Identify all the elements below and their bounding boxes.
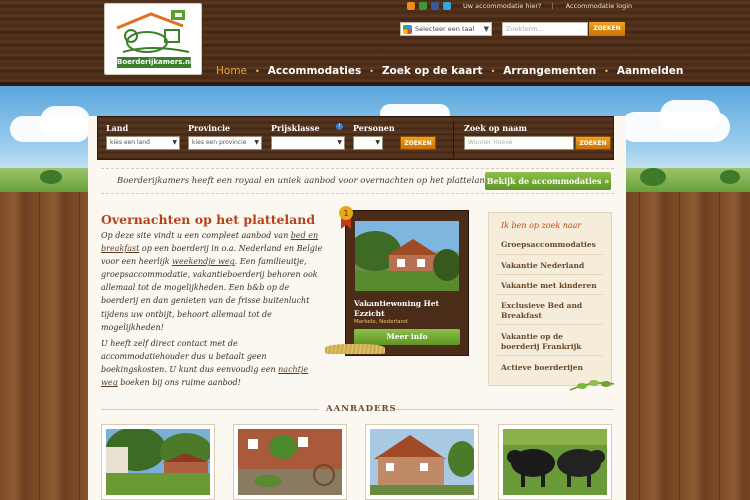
nav-separator: • [490, 66, 496, 76]
share-plus-icon[interactable] [419, 2, 427, 10]
nav-zoek-kaart[interactable]: Zoek op de kaart [382, 65, 483, 77]
sidebar-item-exclusieve-bb[interactable]: Exclusieve Bed and Breakfast [501, 301, 601, 321]
sidebar-item-groepsaccommodaties[interactable]: Groepsaccommodaties [501, 240, 601, 250]
divider [497, 324, 603, 325]
info-icon[interactable]: i [336, 123, 343, 130]
sidebar-title: Ik ben op zoek naar [501, 221, 582, 230]
featured-title[interactable]: Vakantiewoning Het Ezzicht [354, 299, 464, 319]
chevron-down-icon: ▼ [254, 139, 259, 146]
recommendation-card[interactable] [365, 424, 479, 500]
personen-label: Personen [353, 123, 395, 133]
recommendation-card[interactable] [101, 424, 215, 500]
ribbon-badge-icon: 1 [339, 206, 353, 229]
featured-photo[interactable] [355, 221, 459, 291]
featured-location: Markelo, Nederland [354, 319, 408, 325]
advertise-link[interactable]: Uw accommodatie hier? [463, 2, 541, 10]
promo-bar: Boerderijkamers heeft een royaal en unie… [101, 168, 614, 194]
nav-separator: • [369, 66, 374, 76]
sidebar-box [488, 212, 612, 386]
nav-separator: • [604, 66, 609, 76]
recommendation-card[interactable] [498, 424, 612, 500]
land-select[interactable]: kies een land ▼ [106, 136, 180, 150]
top-links: Uw accommodatie hier? | Accommodatie log… [407, 1, 632, 11]
naam-search-button[interactable]: ZOEKEN [575, 136, 611, 150]
naam-input[interactable]: Wunner Hoeve [464, 136, 574, 150]
weekendje-weg-link[interactable]: weekendje weg [172, 257, 235, 266]
divider [453, 121, 454, 157]
nav-aanmelden[interactable]: Aanmelden [617, 65, 683, 77]
nav-separator: • [255, 66, 260, 76]
hay-decoration [325, 344, 385, 354]
more-info-button[interactable]: Meer info [354, 329, 460, 345]
naam-label: Zoek op naam [464, 123, 527, 133]
header-search-button[interactable]: ZOEKEN [589, 22, 625, 36]
leaves-decoration-icon [569, 380, 615, 391]
login-link[interactable]: Accommodatie login [566, 2, 632, 10]
twitter-icon[interactable] [443, 2, 451, 10]
chevron-down-icon: ▼ [483, 25, 489, 33]
provincie-label: Provincie [188, 123, 231, 133]
farm-logo-icon [116, 10, 190, 53]
aanraders-heading: AANRADERS [326, 404, 397, 414]
logo[interactable]: Boerderijkamers.nl [104, 3, 202, 75]
nav-arrangementen[interactable]: Arrangementen [503, 65, 596, 77]
sidebar-item-vakantie-nederland[interactable]: Vakantie Nederland [501, 261, 601, 271]
chevron-down-icon: ▼ [375, 139, 380, 146]
svg-text:1: 1 [343, 209, 348, 218]
language-select[interactable]: Selecteer een taal ▼ [400, 22, 492, 36]
search-button[interactable]: ZOEKEN [400, 136, 436, 150]
sidebar-item-vakantie-kinderen[interactable]: Vakantie met kinderen [501, 281, 601, 291]
divider [497, 254, 603, 255]
page-title: Overnachten op het platteland [101, 212, 316, 227]
divider [396, 409, 614, 410]
prijsklasse-select[interactable]: ▼ [271, 136, 345, 150]
recommendation-card[interactable] [233, 424, 347, 500]
divider [497, 274, 603, 275]
view-accommodations-button[interactable]: Bekijk de accommodaties » [485, 172, 611, 190]
sidebar-item-actieve-boerderijen[interactable]: Actieve boerderijen [501, 363, 601, 373]
contact-paragraph: U heeft zelf direct contact met de accom… [101, 339, 309, 388]
divider [497, 355, 603, 356]
divider [101, 409, 319, 410]
nav-accommodaties[interactable]: Accommodaties [268, 65, 361, 77]
chevron-down-icon: ▼ [172, 139, 177, 146]
sidebar-item-frankrijk[interactable]: Vakantie op de boerderij Frankrijk [501, 332, 601, 352]
land-label: Land [106, 123, 129, 133]
intro-paragraph: Op deze site vindt u een compleet aanbod… [101, 231, 323, 332]
promo-text: Boerderijkamers heeft een royaal en unie… [117, 176, 491, 186]
google-icon [403, 25, 412, 34]
main-nav: Home • Accommodaties • Zoek op de kaart … [216, 65, 683, 77]
divider [497, 294, 603, 295]
nav-home[interactable]: Home [216, 65, 247, 77]
rss-icon[interactable] [407, 2, 415, 10]
header-search-input[interactable]: Zoekterm... [502, 22, 588, 36]
facebook-icon[interactable] [431, 2, 439, 10]
prijsklasse-label: Prijsklasse [271, 123, 320, 133]
logo-text: Boerderijkamers.nl [117, 57, 193, 68]
personen-select[interactable]: ▼ [353, 136, 383, 150]
provincie-select[interactable]: kies een provincie ▼ [188, 136, 262, 150]
chevron-down-icon: ▼ [337, 139, 342, 146]
search-bar: Land kies een land ▼ Provincie kies een p… [97, 116, 614, 160]
